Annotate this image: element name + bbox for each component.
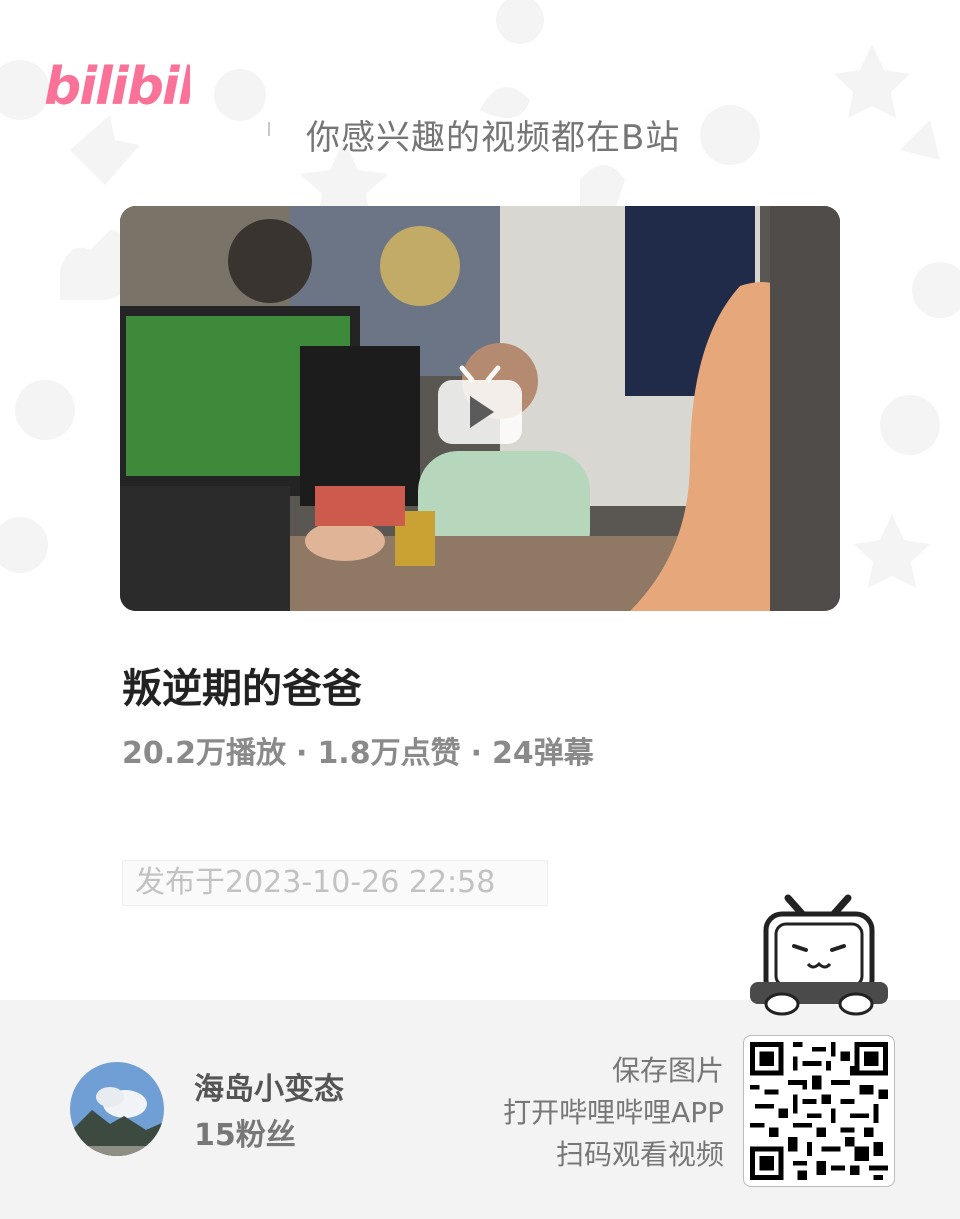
- stats-separator: ·: [470, 736, 482, 771]
- slogan: 你感兴趣的视频都在B站: [306, 118, 681, 158]
- tv-mascot-icon: [750, 894, 888, 1016]
- uploader-name[interactable]: 海岛小变态: [194, 1064, 344, 1108]
- stats-separator: ·: [296, 736, 308, 771]
- play-icon[interactable]: [436, 364, 524, 446]
- qr-code-image: [750, 1042, 888, 1180]
- header: bilibili 你感兴趣的视频都在B站: [44, 40, 924, 158]
- publish-date: 发布于2023-10-26 22:58: [122, 860, 548, 906]
- header-divider: [268, 122, 270, 136]
- qr-instructions: 保存图片 打开哔哩哔哩APP 扫码观看视频: [503, 1050, 724, 1176]
- video-cover[interactable]: [120, 206, 840, 611]
- play-count: 20.2万播放: [122, 736, 287, 771]
- like-count: 1.8万点赞: [317, 736, 461, 771]
- video-stats: 20.2万播放 · 1.8万点赞 · 24弹幕: [122, 728, 594, 772]
- fan-count: 15粉丝: [194, 1118, 296, 1153]
- qr-line-save: 保存图片: [611, 1054, 724, 1087]
- svg-text:bilibili: bilibili: [44, 57, 190, 116]
- qr-code[interactable]: [743, 1035, 895, 1187]
- video-title: 叛逆期的爸爸: [122, 666, 362, 712]
- qr-line-scan: 扫码观看视频: [555, 1138, 724, 1171]
- qr-line-open-app: 打开哔哩哔哩APP: [503, 1096, 724, 1129]
- uploader-avatar[interactable]: [70, 1062, 164, 1156]
- danmaku-count: 24弹幕: [492, 736, 594, 771]
- bilibili-logo[interactable]: bilibili: [44, 46, 190, 116]
